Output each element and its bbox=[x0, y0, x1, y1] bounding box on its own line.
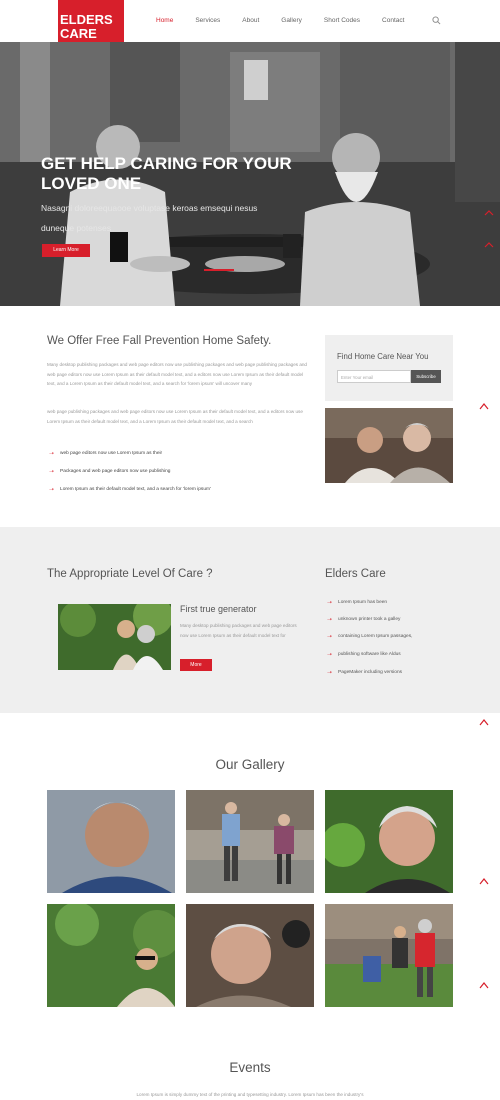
logo[interactable]: ELDERS CARE bbox=[58, 0, 124, 42]
list-item-text: publishing software like Aldus bbox=[338, 652, 401, 657]
subscribe-button[interactable]: Subscribe bbox=[411, 370, 441, 383]
list-item[interactable]: ➝ containing Lorem Ipsum passages, bbox=[327, 633, 412, 640]
gallery-image[interactable] bbox=[325, 790, 453, 893]
care-level-title: The Appropriate Level Of Care ? bbox=[47, 568, 213, 580]
nav-short-codes[interactable]: Short Codes bbox=[324, 17, 360, 24]
arrow-right-icon: ➝ bbox=[327, 617, 333, 623]
arrow-right-icon: ➝ bbox=[327, 670, 333, 676]
gallery-image[interactable] bbox=[186, 904, 314, 1007]
list-item-text: web page editors now use Lorem Ipsum as … bbox=[60, 451, 163, 456]
hero-title: GET HELP CARING FOR YOUR LOVED ONE bbox=[41, 154, 292, 193]
arrow-right-icon: ➝ bbox=[49, 487, 55, 493]
list-item-text: Lorem Ipsum as their default model text,… bbox=[60, 487, 211, 492]
list-item-text: Lorem Ipsum has been bbox=[338, 600, 388, 605]
list-item[interactable]: ➝ unknown printer took a galley bbox=[327, 616, 400, 623]
chevron-up-icon[interactable] bbox=[479, 719, 489, 726]
slider-indicator[interactable] bbox=[204, 269, 234, 271]
chevron-up-icon[interactable] bbox=[484, 210, 494, 216]
site-header: ELDERS CARE Home Services About Gallery … bbox=[0, 0, 500, 42]
gallery-image[interactable] bbox=[325, 904, 453, 1007]
chevron-up-icon[interactable] bbox=[479, 403, 489, 410]
find-care-box: Find Home Care Near You Enter Your email… bbox=[325, 335, 453, 401]
logo-line-1: ELDERS bbox=[60, 12, 113, 27]
nav-home[interactable]: Home bbox=[156, 17, 173, 24]
search-icon[interactable] bbox=[432, 16, 441, 25]
care-photo bbox=[325, 408, 453, 483]
nav-services[interactable]: Services bbox=[195, 17, 220, 24]
elders-care-title: Elders Care bbox=[325, 568, 386, 580]
hero-text: Nasagni doloreequaooe voluptase keroas e… bbox=[41, 203, 258, 233]
first-generator-title: First true generator bbox=[180, 604, 257, 614]
gallery-image[interactable] bbox=[186, 790, 314, 893]
list-item: ➝ Packages and web page editors now use … bbox=[49, 468, 170, 475]
chevron-up-icon[interactable] bbox=[484, 242, 494, 248]
chevron-up-icon[interactable] bbox=[479, 878, 489, 885]
arrow-right-icon: ➝ bbox=[327, 600, 333, 606]
arrow-right-icon: ➝ bbox=[49, 451, 55, 457]
gallery-title: Our Gallery bbox=[215, 757, 285, 772]
arrow-right-icon: ➝ bbox=[327, 634, 333, 640]
arrow-right-icon: ➝ bbox=[327, 652, 333, 658]
prevention-paragraph-2: web page publishing packages and web pag… bbox=[47, 409, 303, 424]
learn-more-button[interactable]: Learn More bbox=[42, 244, 90, 257]
list-item-text: PageMaker including versions bbox=[338, 670, 403, 675]
list-item[interactable]: ➝ Lorem Ipsum has been bbox=[327, 599, 387, 606]
nav-gallery[interactable]: Gallery bbox=[281, 17, 302, 24]
gallery-image[interactable] bbox=[47, 904, 175, 1007]
list-item-text: Packages and web page editors now use pu… bbox=[60, 469, 171, 474]
list-item-text: containing Lorem Ipsum passages, bbox=[338, 634, 413, 639]
nav-about[interactable]: About bbox=[242, 17, 259, 24]
arrow-right-icon: ➝ bbox=[49, 469, 55, 475]
events-text: Lorem Ipsum is simply dummy text of the … bbox=[136, 1092, 364, 1097]
list-item[interactable]: ➝ publishing software like Aldus bbox=[327, 651, 401, 658]
first-generator-text: Many desktop publishing packages and web… bbox=[180, 623, 297, 638]
gallery-image[interactable] bbox=[47, 790, 175, 893]
list-item[interactable]: ➝ PageMaker including versions bbox=[327, 669, 402, 676]
chevron-up-icon[interactable] bbox=[479, 982, 489, 989]
list-item-text: unknown printer took a galley bbox=[338, 617, 401, 622]
find-care-title: Find Home Care Near You bbox=[337, 352, 429, 361]
list-item: ➝ Lorem Ipsum as their default model tex… bbox=[49, 486, 211, 493]
prevention-paragraph-1: Many desktop publishing packages and web… bbox=[47, 362, 307, 386]
list-item: ➝ web page editors now use Lorem Ipsum a… bbox=[49, 450, 162, 457]
care-level-photo bbox=[58, 604, 171, 670]
nav-contact[interactable]: Contact bbox=[382, 17, 404, 24]
more-button[interactable]: More bbox=[180, 659, 212, 671]
logo-line-2: CARE bbox=[60, 26, 97, 41]
prevention-title: We Offer Free Fall Prevention Home Safet… bbox=[47, 335, 272, 347]
events-title: Events bbox=[229, 1060, 271, 1075]
main-nav: Home Services About Gallery Short Codes … bbox=[156, 17, 426, 24]
hero-banner: GET HELP CARING FOR YOUR LOVED ONE Nasag… bbox=[0, 42, 500, 306]
email-field[interactable]: Enter Your email bbox=[337, 370, 411, 383]
